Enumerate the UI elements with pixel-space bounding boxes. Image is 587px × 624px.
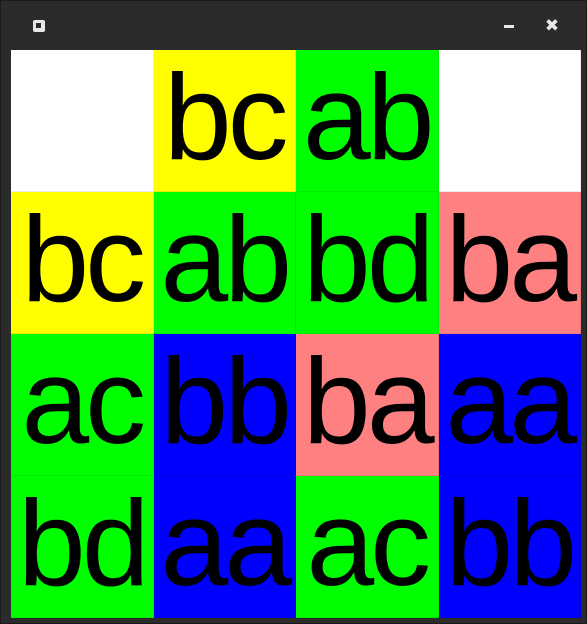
board-cell-r1-c4[interactable] bbox=[438, 50, 581, 192]
board-cell-r3-c2[interactable]: bb bbox=[153, 334, 296, 476]
board-cell-r4-c3[interactable]: ac bbox=[296, 476, 439, 618]
minimize-icon bbox=[504, 25, 514, 28]
board-cell-r2-c4[interactable]: ba bbox=[438, 192, 581, 334]
game-window: ✖ bc ab bc ab bd ba ac bb ba aa bd aa ac bb bbox=[0, 0, 587, 624]
minimize-button[interactable] bbox=[498, 15, 520, 37]
cell-letters: ab bbox=[302, 50, 435, 185]
board-cell-r1-c2[interactable]: bc bbox=[153, 50, 296, 192]
close-icon: ✖ bbox=[544, 16, 560, 36]
cell-letters: bd bbox=[17, 476, 150, 611]
cell-letters: aa bbox=[445, 334, 577, 469]
board-cell-r2-c2[interactable]: ab bbox=[153, 192, 296, 334]
board-cell-r2-c1[interactable]: bc bbox=[11, 192, 154, 334]
board-cell-r4-c1[interactable]: bd bbox=[11, 476, 154, 618]
title-bar[interactable]: ✖ bbox=[1, 1, 586, 51]
cell-letters: bb bbox=[445, 476, 577, 611]
board-cell-r3-c3[interactable]: ba bbox=[296, 334, 439, 476]
cell-letters: aa bbox=[160, 476, 292, 611]
game-board: bc ab bc ab bd ba ac bb ba aa bd aa ac bb bbox=[11, 50, 581, 618]
cell-letters: ac bbox=[306, 476, 431, 611]
board-cell-r3-c1[interactable]: ac bbox=[11, 334, 154, 476]
cell-letters: bc bbox=[21, 192, 146, 327]
board-cell-r1-c1[interactable] bbox=[11, 50, 154, 192]
board-cell-r1-c3[interactable]: ab bbox=[296, 50, 439, 192]
window-app-icon[interactable] bbox=[33, 20, 45, 32]
board-cell-r2-c3[interactable]: bd bbox=[296, 192, 439, 334]
cell-letters: ac bbox=[21, 334, 146, 469]
board-cell-r3-c4[interactable]: aa bbox=[438, 334, 581, 476]
board-cell-r4-c4[interactable]: bb bbox=[438, 476, 581, 618]
cell-letters: bd bbox=[302, 192, 435, 327]
cell-letters: ba bbox=[302, 334, 435, 469]
cell-letters: bc bbox=[163, 50, 289, 185]
cell-letters: ab bbox=[160, 192, 292, 327]
cell-letters: bb bbox=[160, 334, 292, 469]
cell-letters: ba bbox=[445, 192, 577, 327]
board-cell-r4-c2[interactable]: aa bbox=[153, 476, 296, 618]
close-button[interactable]: ✖ bbox=[541, 15, 563, 37]
